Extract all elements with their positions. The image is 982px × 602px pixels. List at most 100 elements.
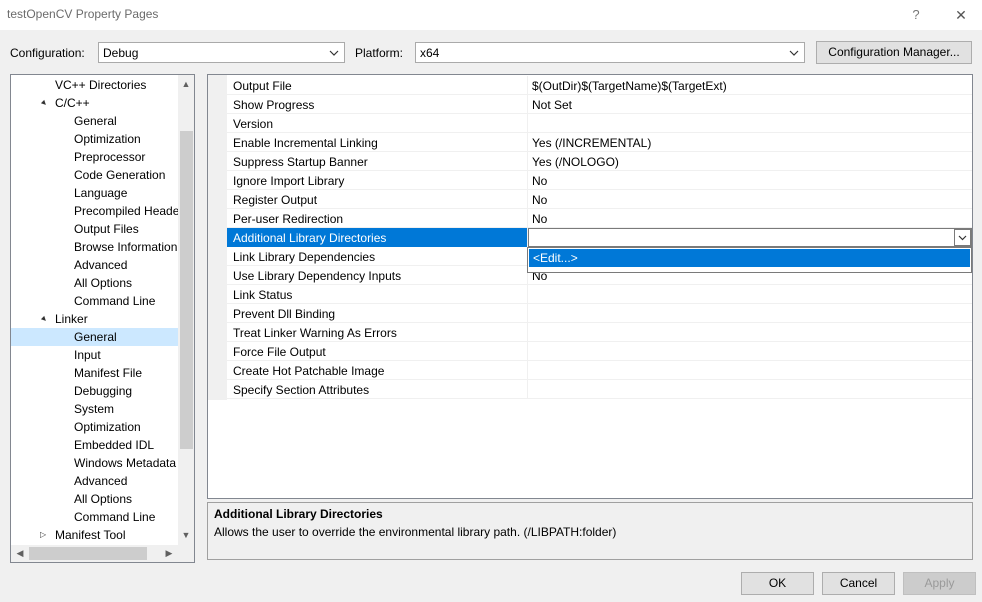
ok-button[interactable]: OK — [741, 572, 814, 595]
property-row[interactable]: Version — [227, 114, 972, 133]
tree-item[interactable]: All Options — [11, 490, 178, 508]
property-name: Force File Output — [233, 345, 326, 359]
tree-item[interactable]: Browse Information — [11, 238, 178, 256]
property-value[interactable]: Yes (/NOLOGO) — [532, 155, 619, 169]
configuration-manager-button[interactable]: Configuration Manager... — [816, 41, 972, 64]
tree-item[interactable]: Command Line — [11, 292, 178, 310]
tree-item[interactable]: Windows Metadata — [11, 454, 178, 472]
property-grid[interactable]: Output File $(OutDir)$(TargetName)$(Targe… — [207, 74, 973, 499]
property-row[interactable]: Ignore Import Library No — [227, 171, 972, 190]
tree-item-label: Optimization — [74, 132, 141, 146]
property-name: Additional Library Directories — [233, 231, 387, 245]
collapse-arrow-icon[interactable]: ▲ — [35, 310, 53, 328]
configuration-dropdown[interactable]: Debug — [98, 42, 345, 63]
property-row[interactable]: Link Status — [227, 285, 972, 304]
property-value[interactable]: Not Set — [532, 98, 572, 112]
tree-item[interactable]: Language — [11, 184, 178, 202]
tree-item-label: Linker — [55, 312, 88, 326]
tree-item[interactable]: System — [11, 400, 178, 418]
tree-item[interactable]: All Options — [11, 274, 178, 292]
tree-item-label: Optimization — [74, 420, 141, 434]
tree-vertical-scroll-thumb[interactable] — [180, 131, 193, 449]
tree-horizontal-scroll-thumb[interactable] — [29, 547, 147, 560]
property-row[interactable]: Output File $(OutDir)$(TargetName)$(Targe… — [227, 76, 972, 95]
tree-item[interactable]: Embedded IDL — [11, 436, 178, 454]
platform-value: x64 — [420, 46, 440, 60]
tree-item-label: Input — [74, 348, 101, 362]
additional-library-directories-field[interactable] — [528, 228, 972, 247]
property-value[interactable]: No — [532, 212, 547, 226]
property-row[interactable]: Per-user Redirection No — [227, 209, 972, 228]
tree-item-label: System — [74, 402, 115, 416]
column-separator — [527, 285, 528, 304]
tree-item[interactable]: VC++ Directories — [11, 76, 178, 94]
tree-item-label: Manifest File — [74, 366, 143, 380]
tree-item[interactable]: Preprocessor — [11, 148, 178, 166]
property-tree[interactable]: VC++ Directories ▲ C/C++ General Optimizatio… — [10, 74, 195, 563]
cancel-button[interactable]: Cancel — [822, 572, 895, 595]
column-separator — [527, 133, 528, 152]
tree-item-label: All Options — [74, 492, 133, 506]
tree-item[interactable]: Code Generation — [11, 166, 178, 184]
scroll-left-icon[interactable]: ◀ — [13, 546, 27, 560]
tree-item[interactable]: Manifest File — [11, 364, 178, 382]
property-row[interactable]: Enable Incremental Linking Yes (/INCREMEN… — [227, 133, 972, 152]
scroll-up-icon[interactable]: ▲ — [179, 77, 193, 91]
column-separator — [527, 95, 528, 114]
property-row[interactable]: Treat Linker Warning As Errors — [227, 323, 972, 342]
property-value[interactable]: No — [532, 193, 547, 207]
tree-item[interactable]: ▲ C/C++ — [11, 94, 178, 112]
tree-item[interactable]: Optimization — [11, 130, 178, 148]
chevron-down-icon — [958, 235, 967, 241]
property-row[interactable]: Show Progress Not Set — [227, 95, 972, 114]
tree-item[interactable]: Optimization — [11, 418, 178, 436]
column-separator — [527, 76, 528, 95]
tree-item[interactable]: Output Files — [11, 220, 178, 238]
tree-item[interactable]: Command Line — [11, 508, 178, 526]
tree-item[interactable]: Input — [11, 346, 178, 364]
column-separator — [527, 323, 528, 342]
help-button[interactable]: ? — [906, 5, 926, 25]
dropdown-button[interactable] — [954, 229, 971, 246]
chevron-down-icon — [789, 50, 799, 56]
scroll-right-icon[interactable]: ▶ — [162, 546, 176, 560]
tree-item[interactable]: General — [11, 328, 178, 346]
expand-arrow-icon[interactable]: ▷ — [40, 526, 46, 544]
description-title: Additional Library Directories — [214, 507, 383, 521]
tree-item[interactable]: Debugging — [11, 382, 178, 400]
property-name: Link Library Dependencies — [233, 250, 376, 264]
tree-item-label: Language — [74, 186, 128, 200]
property-value[interactable]: Yes (/INCREMENTAL) — [532, 136, 651, 150]
property-row[interactable]: Force File Output — [227, 342, 972, 361]
property-value[interactable]: $(OutDir)$(TargetName)$(TargetExt) — [532, 79, 727, 93]
tree-item[interactable]: Precompiled Heade — [11, 202, 178, 220]
property-row[interactable]: Suppress Startup Banner Yes (/NOLOGO) — [227, 152, 972, 171]
property-row[interactable]: Create Hot Patchable Image — [227, 361, 972, 380]
apply-button[interactable]: Apply — [903, 572, 976, 595]
property-row[interactable]: Prevent Dll Binding — [227, 304, 972, 323]
scroll-down-icon[interactable]: ▼ — [179, 528, 193, 542]
description-panel: Additional Library Directories Allows th… — [207, 502, 973, 560]
tree-item[interactable]: Advanced — [11, 472, 178, 490]
tree-item[interactable]: ▷ Manifest Tool — [11, 526, 178, 544]
property-value[interactable]: No — [532, 174, 547, 188]
tree-item[interactable]: Advanced — [11, 256, 178, 274]
property-name: Register Output — [233, 193, 318, 207]
tree-item[interactable]: General — [11, 112, 178, 130]
column-separator — [527, 114, 528, 133]
tree-item-label: General — [74, 330, 117, 344]
column-separator — [527, 380, 528, 399]
close-button[interactable]: ✕ — [950, 5, 972, 25]
edit-option[interactable]: <Edit...> — [529, 249, 970, 267]
tree-item-label: C/C++ — [55, 96, 90, 110]
property-name: Use Library Dependency Inputs — [233, 269, 402, 283]
tree-item-label: General — [74, 114, 117, 128]
collapse-arrow-icon[interactable]: ▲ — [35, 94, 53, 112]
tree-item-label: Preprocessor — [74, 150, 146, 164]
property-row[interactable]: Specify Section Attributes — [227, 380, 972, 399]
tree-item-label: Browse Information — [74, 240, 178, 254]
tree-item-label: Output Files — [74, 222, 139, 236]
property-row[interactable]: Register Output No — [227, 190, 972, 209]
platform-dropdown[interactable]: x64 — [415, 42, 805, 63]
tree-item[interactable]: ▲ Linker — [11, 310, 178, 328]
